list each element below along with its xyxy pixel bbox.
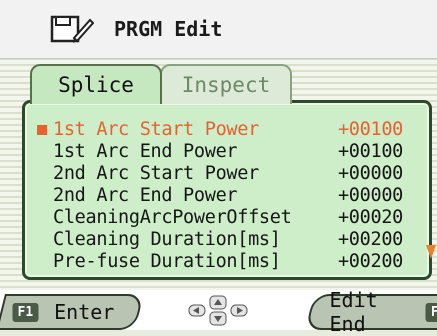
parameter-value: +00200 bbox=[337, 229, 403, 250]
tab-inspect-label: Inspect bbox=[181, 73, 271, 97]
parameter-label: 1st Arc Start Power bbox=[53, 119, 259, 140]
tab-splice[interactable]: Splice bbox=[30, 64, 162, 104]
parameter-panel: 1st Arc Start Power +00100 1st Arc End P… bbox=[22, 100, 432, 280]
tab-splice-label: Splice bbox=[58, 73, 134, 97]
parameter-value: +00100 bbox=[337, 141, 403, 162]
parameter-row[interactable]: Pre-fuse Duration[ms] +00200 bbox=[45, 251, 415, 273]
parameter-value: +00000 bbox=[337, 185, 403, 206]
navigation-arrows-icon bbox=[188, 295, 248, 326]
parameter-row[interactable]: 2nd Arc End Power +00000 bbox=[45, 185, 415, 207]
f1-key-icon: F1 bbox=[12, 302, 39, 322]
parameter-label: Cleaning Duration[ms] bbox=[53, 229, 281, 250]
tab-inspect[interactable]: Inspect bbox=[160, 64, 292, 104]
parameter-label: 2nd Arc End Power bbox=[53, 185, 238, 206]
edit-end-button[interactable]: Edit End F2 bbox=[305, 288, 437, 336]
parameter-value: +00000 bbox=[337, 163, 403, 184]
parameter-value: +00100 bbox=[337, 119, 403, 140]
parameter-row[interactable]: 2nd Arc Start Power +00000 bbox=[45, 163, 415, 185]
parameter-value: +00020 bbox=[337, 207, 403, 228]
edit-program-icon bbox=[50, 15, 94, 43]
scroll-down-arrow-icon[interactable] bbox=[426, 245, 436, 259]
f2-key-icon: F2 bbox=[425, 302, 437, 322]
selection-marker-icon bbox=[37, 125, 47, 135]
edit-end-button-label: Edit End bbox=[329, 288, 378, 336]
parameter-label: Pre-fuse Duration[ms] bbox=[53, 251, 281, 272]
parameter-row[interactable]: Cleaning Duration[ms] +00200 bbox=[45, 229, 415, 251]
parameter-row[interactable]: CleaningArcPowerOffset +00020 bbox=[45, 207, 415, 229]
parameter-row[interactable]: 1st Arc End Power +00100 bbox=[45, 141, 415, 163]
title-bar: PRGM Edit bbox=[0, 0, 437, 59]
enter-button-label: Enter bbox=[54, 300, 115, 324]
window-title: PRGM Edit bbox=[114, 17, 223, 41]
parameter-label: 1st Arc End Power bbox=[53, 141, 238, 162]
enter-button[interactable]: F1 Enter bbox=[0, 294, 144, 330]
parameter-value: +00200 bbox=[337, 251, 403, 272]
parameter-label: CleaningArcPowerOffset bbox=[53, 207, 292, 228]
parameter-row[interactable]: 1st Arc Start Power +00100 bbox=[37, 119, 415, 141]
parameter-list: 1st Arc Start Power +00100 1st Arc End P… bbox=[37, 119, 415, 273]
parameter-label: 2nd Arc Start Power bbox=[53, 163, 259, 184]
